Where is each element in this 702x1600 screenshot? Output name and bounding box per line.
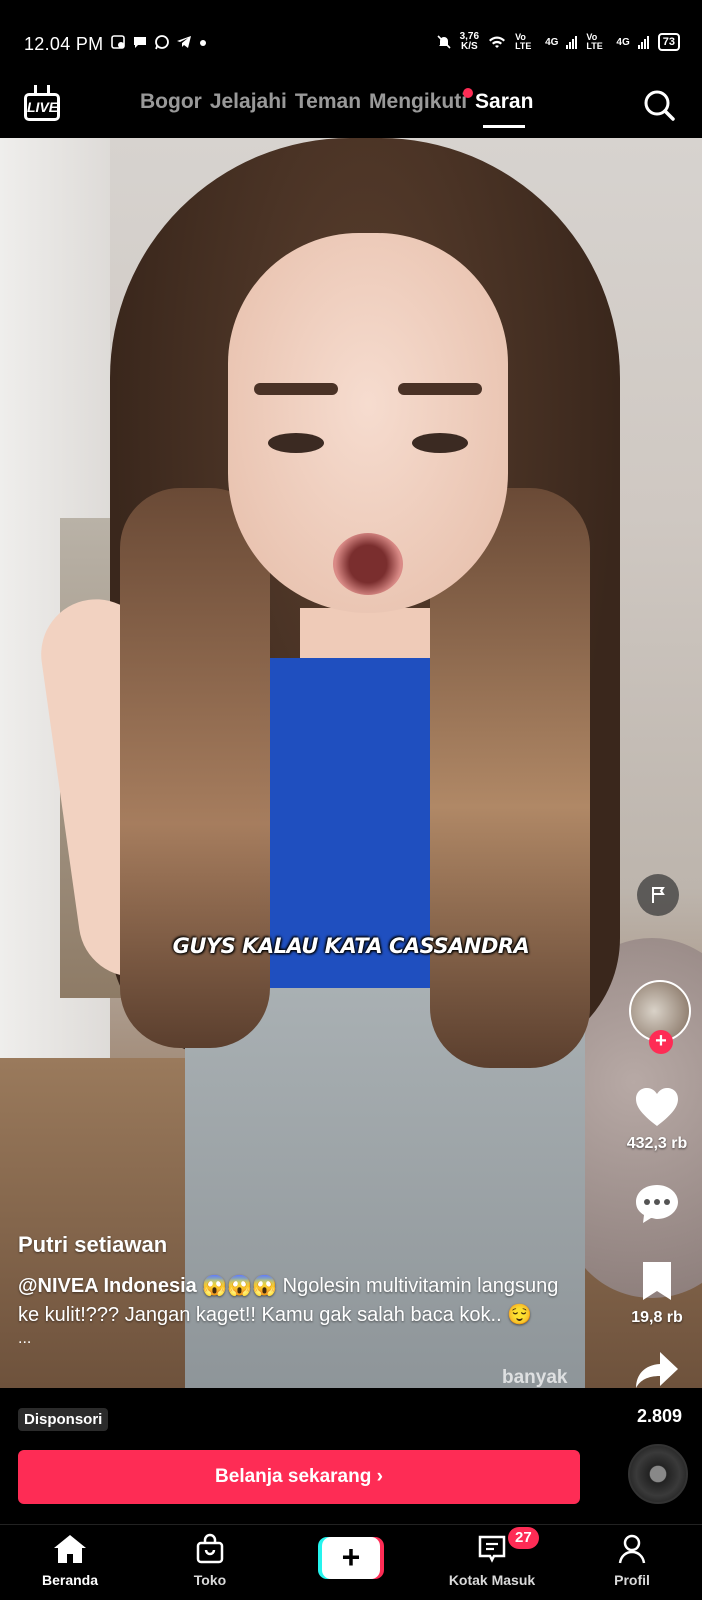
person-brow-left <box>254 383 338 395</box>
person-face <box>228 233 508 613</box>
like-count: 432,3 rb <box>626 1135 688 1152</box>
person-hair-left <box>120 488 270 1048</box>
telegram-icon <box>177 36 191 48</box>
sim1-network: 4G <box>545 36 559 48</box>
status-bar: 12.04 PM 3,76 K/S Vo LTE 4G Vo LTE 4G 73 <box>0 0 702 80</box>
wifi-icon <box>489 36 506 48</box>
save-button[interactable]: 19,8 rb <box>612 1260 702 1327</box>
music-disc[interactable] <box>628 1444 688 1504</box>
inbox-badge: 27 <box>508 1527 539 1549</box>
bell-muted-icon <box>437 35 451 49</box>
bookmark-icon <box>643 1262 671 1300</box>
sim1-volte: Vo LTE <box>515 32 532 51</box>
bottom-navigation: Beranda Toko + 27 Kotak Masuk Profil <box>0 1524 702 1600</box>
nav-inbox-label: Kotak Masuk <box>448 1572 536 1588</box>
tab-mengikuti[interactable]: Mengikuti <box>369 88 474 114</box>
report-button[interactable] <box>637 874 679 916</box>
nav-shop[interactable]: Toko <box>150 1533 270 1588</box>
shopping-bag-icon <box>196 1533 224 1564</box>
home-icon <box>54 1535 86 1563</box>
person-mouth <box>333 533 403 595</box>
signal-icon <box>566 36 578 49</box>
video-watermark: banyak <box>502 1367 568 1388</box>
see-more[interactable]: ... <box>18 1330 578 1348</box>
save-count: 19,8 rb <box>631 1309 683 1326</box>
person-eye-right <box>412 433 468 453</box>
network-speed-unit: K/S <box>460 41 478 52</box>
whatsapp-icon <box>155 35 169 50</box>
inbox-icon <box>478 1535 506 1563</box>
dot-icon <box>200 40 206 46</box>
share-arrow-icon <box>636 1352 678 1388</box>
new-content-dot <box>463 88 474 98</box>
mention-link[interactable]: @NIVEA Indonesia <box>18 1275 197 1297</box>
sponsored-bar: Disponsori 2.809 Belanja sekarang › <box>0 1388 702 1528</box>
live-icon: LIVE <box>24 93 60 121</box>
tab-teman[interactable]: Teman <box>295 90 361 114</box>
share-count: 2.809 <box>636 1406 682 1426</box>
sim-icon <box>111 35 125 49</box>
nav-profile-label: Profil <box>614 1572 650 1588</box>
tab-bogor[interactable]: Bogor <box>140 90 202 114</box>
search-icon[interactable] <box>642 88 676 122</box>
nav-profile[interactable]: Profil <box>572 1533 692 1588</box>
shop-now-button[interactable]: Belanja sekarang › <box>18 1450 580 1504</box>
follow-button[interactable]: + <box>649 1030 673 1054</box>
heart-icon <box>636 1088 678 1126</box>
create-button[interactable]: + <box>318 1537 384 1579</box>
tab-mengikuti-label: Mengikuti <box>369 90 468 113</box>
battery-indicator: 73 <box>657 33 680 51</box>
comment-icon <box>636 1185 678 1223</box>
person-eye-left <box>268 433 324 453</box>
nav-shop-label: Toko <box>193 1572 227 1588</box>
video-player[interactable]: GUYS KALAU KATA CASSANDRA <box>0 138 702 1388</box>
caption-emojis: 😱😱😱 <box>202 1275 278 1297</box>
post-caption[interactable]: @NIVEA Indonesia 😱😱😱 Ngolesin multivitam… <box>18 1272 578 1330</box>
live-button[interactable]: LIVE <box>24 85 62 121</box>
profile-icon <box>618 1534 646 1564</box>
sponsored-badge: Disponsori <box>18 1408 109 1431</box>
status-time: 12.04 PM <box>24 34 104 54</box>
status-notification-icons <box>110 34 208 50</box>
signal-icon <box>637 36 649 49</box>
video-caption-overlay: GUYS KALAU KATA CASSANDRA <box>172 934 530 958</box>
person-brow-right <box>398 383 482 395</box>
sim2-network: 4G <box>616 36 630 48</box>
nav-home[interactable]: Beranda <box>10 1533 130 1588</box>
nav-inbox[interactable]: 27 Kotak Masuk <box>432 1527 552 1588</box>
sim2-volte: Vo LTE <box>586 32 603 51</box>
tab-jelajahi[interactable]: Jelajahi <box>210 90 287 114</box>
top-navigation: LIVE Bogor Jelajahi Teman Mengikuti Sara… <box>0 80 702 138</box>
feed-tabs: Bogor Jelajahi Teman Mengikuti Saran <box>140 88 541 128</box>
comment-button[interactable] <box>612 1182 702 1233</box>
post-description: Putri setiawan @NIVEA Indonesia 😱😱😱 Ngol… <box>18 1232 578 1348</box>
flag-icon <box>652 887 665 903</box>
network-speed: 3,76 K/S <box>460 32 479 52</box>
tab-saran[interactable]: Saran <box>475 90 533 128</box>
nav-home-label: Beranda <box>41 1572 99 1588</box>
like-button[interactable]: 432,3 rb <box>612 1086 702 1153</box>
status-right-icons: 3,76 K/S Vo LTE 4G Vo LTE 4G 73 <box>436 32 680 52</box>
plus-icon: + <box>322 1537 380 1579</box>
chat-bubble-icon <box>134 37 146 48</box>
author-name[interactable]: Putri setiawan <box>18 1232 578 1258</box>
